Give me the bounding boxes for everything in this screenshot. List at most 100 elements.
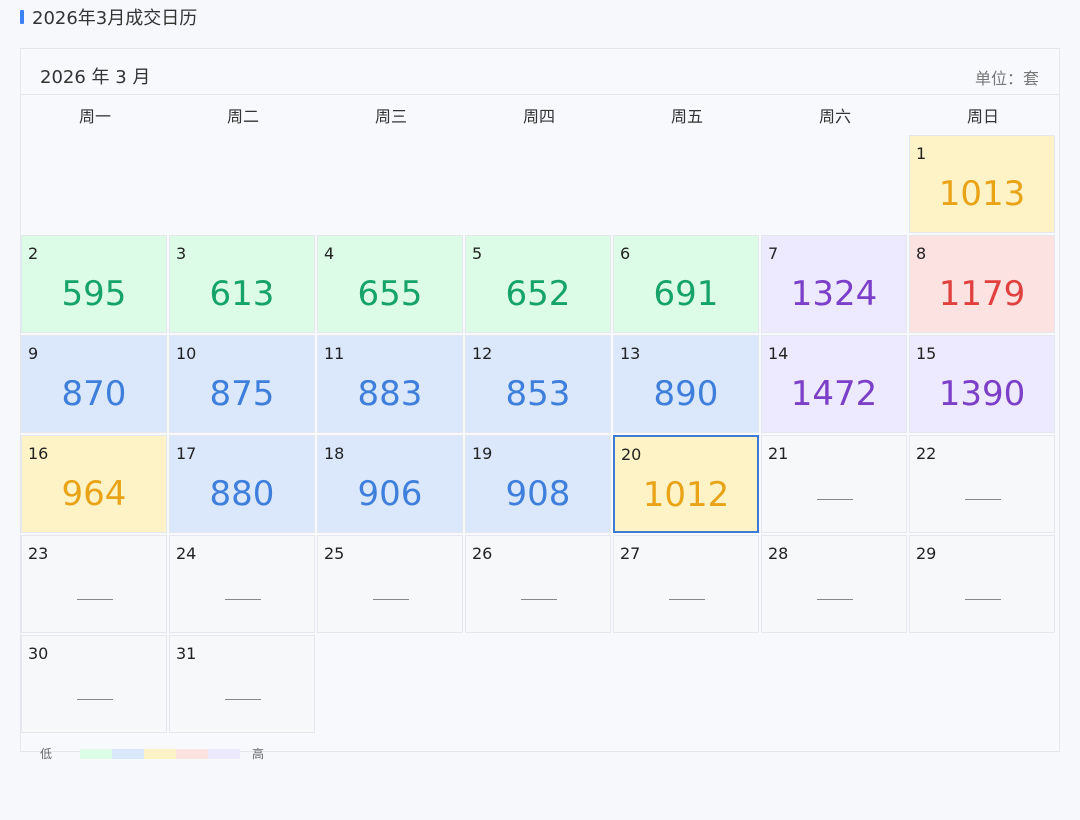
weekday-header-wed: 周三 <box>374 107 407 126</box>
day-value: 595 <box>61 274 127 314</box>
no-data-dash <box>817 499 853 500</box>
no-data-dash <box>225 699 261 700</box>
day-cell-16[interactable]: 16 964 <box>21 435 167 533</box>
day-cell-1[interactable]: 1 1013 <box>909 135 1055 233</box>
weekday-header-tue: 周二 <box>226 107 259 126</box>
day-cell-30[interactable]: 30 <box>21 635 167 733</box>
day-cell-4[interactable]: 4 655 <box>317 235 463 333</box>
legend-swatch-3 <box>176 748 209 759</box>
calendar-header: 2026 年 3 月 单位：套 <box>21 49 1059 95</box>
day-number: 3 <box>176 244 187 263</box>
day-cell-9[interactable]: 9 870 <box>21 335 167 433</box>
day-value: 691 <box>653 274 719 314</box>
day-value: 880 <box>209 474 275 514</box>
day-cell-28[interactable]: 28 <box>761 535 907 633</box>
day-cell-20[interactable]: 20 1012 <box>613 435 759 533</box>
no-data-dash <box>965 499 1001 500</box>
weekday-header-mon: 周一 <box>78 107 111 126</box>
day-value: 613 <box>209 274 275 314</box>
title-accent-bar <box>20 10 24 24</box>
day-number: 28 <box>768 544 789 563</box>
day-value: 1472 <box>790 374 878 414</box>
day-value: 655 <box>357 274 423 314</box>
day-cell-11[interactable]: 11 883 <box>317 335 463 433</box>
day-cell-13[interactable]: 13 890 <box>613 335 759 433</box>
no-data-dash <box>521 599 557 600</box>
day-value: 906 <box>357 474 423 514</box>
month-label: 2026 年 3 月 <box>40 67 151 88</box>
legend-low-label: 低 <box>40 747 53 761</box>
heat-legend: 低 高 <box>40 745 264 762</box>
day-number: 26 <box>472 544 493 563</box>
no-data-dash <box>225 599 261 600</box>
weekday-header-sat: 周六 <box>818 107 851 126</box>
day-value: 1179 <box>938 274 1026 314</box>
day-cell-24[interactable]: 24 <box>169 535 315 633</box>
day-number: 15 <box>916 344 937 363</box>
day-cell-23[interactable]: 23 <box>21 535 167 633</box>
no-data-dash <box>669 599 705 600</box>
day-value: 964 <box>61 474 127 514</box>
no-data-dash <box>77 599 113 600</box>
day-cell-15[interactable]: 15 1390 <box>909 335 1055 433</box>
legend-high-label: 高 <box>252 747 265 761</box>
weekday-header-fri: 周五 <box>670 107 703 126</box>
day-number: 6 <box>620 244 631 263</box>
day-number: 12 <box>472 344 493 363</box>
day-cell-25[interactable]: 25 <box>317 535 463 633</box>
day-value: 1013 <box>938 174 1026 214</box>
day-number: 5 <box>472 244 483 263</box>
day-cell-17[interactable]: 17 880 <box>169 435 315 533</box>
day-cell-29[interactable]: 29 <box>909 535 1055 633</box>
day-cell-7[interactable]: 7 1324 <box>761 235 907 333</box>
day-number: 29 <box>916 544 937 563</box>
page-title: 2026年3月成交日历 <box>32 8 198 29</box>
day-cell-27[interactable]: 27 <box>613 535 759 633</box>
day-cell-22[interactable]: 22 <box>909 435 1055 533</box>
day-cell-14[interactable]: 14 1472 <box>761 335 907 433</box>
day-value: 870 <box>61 374 127 414</box>
day-number: 10 <box>176 344 197 363</box>
day-value: 1324 <box>790 274 878 314</box>
page-title-bar: 2026年3月成交日历 <box>20 6 198 29</box>
day-number: 18 <box>324 444 345 463</box>
legend-swatch-4 <box>208 748 241 759</box>
day-cell-31[interactable]: 31 <box>169 635 315 733</box>
day-number: 7 <box>768 244 779 263</box>
day-cell-6[interactable]: 6 691 <box>613 235 759 333</box>
day-number: 13 <box>620 344 641 363</box>
day-number: 21 <box>768 444 789 463</box>
day-cell-10[interactable]: 10 875 <box>169 335 315 433</box>
day-cell-3[interactable]: 3 613 <box>169 235 315 333</box>
day-number: 24 <box>176 544 197 563</box>
day-value: 1390 <box>938 374 1026 414</box>
day-number: 30 <box>28 644 49 663</box>
weekday-header-sun: 周日 <box>966 107 999 126</box>
no-data-dash <box>817 599 853 600</box>
day-cell-5[interactable]: 5 652 <box>465 235 611 333</box>
calendar-card: 2026 年 3 月 单位：套 周一 周二 周三 周四 周五 周六 周日 1 10… <box>20 48 1060 752</box>
day-number: 9 <box>28 344 39 363</box>
day-cell-12[interactable]: 12 853 <box>465 335 611 433</box>
day-cell-8[interactable]: 8 1179 <box>909 235 1055 333</box>
day-value: 652 <box>505 274 571 314</box>
day-number: 23 <box>28 544 49 563</box>
legend-swatch-2 <box>144 748 177 759</box>
day-value: 853 <box>505 374 571 414</box>
day-number: 25 <box>324 544 345 563</box>
day-number: 22 <box>916 444 937 463</box>
day-cell-21[interactable]: 21 <box>761 435 907 533</box>
day-cell-18[interactable]: 18 906 <box>317 435 463 533</box>
legend-color-bar <box>80 748 241 759</box>
no-data-dash <box>965 599 1001 600</box>
legend-swatch-0 <box>80 748 113 759</box>
day-number: 17 <box>176 444 197 463</box>
day-number: 20 <box>621 445 642 464</box>
day-cell-2[interactable]: 2 595 <box>21 235 167 333</box>
day-cell-26[interactable]: 26 <box>465 535 611 633</box>
day-value: 875 <box>209 374 275 414</box>
day-cell-19[interactable]: 19 908 <box>465 435 611 533</box>
day-number: 19 <box>472 444 493 463</box>
day-number: 1 <box>916 144 927 163</box>
no-data-dash <box>373 599 409 600</box>
